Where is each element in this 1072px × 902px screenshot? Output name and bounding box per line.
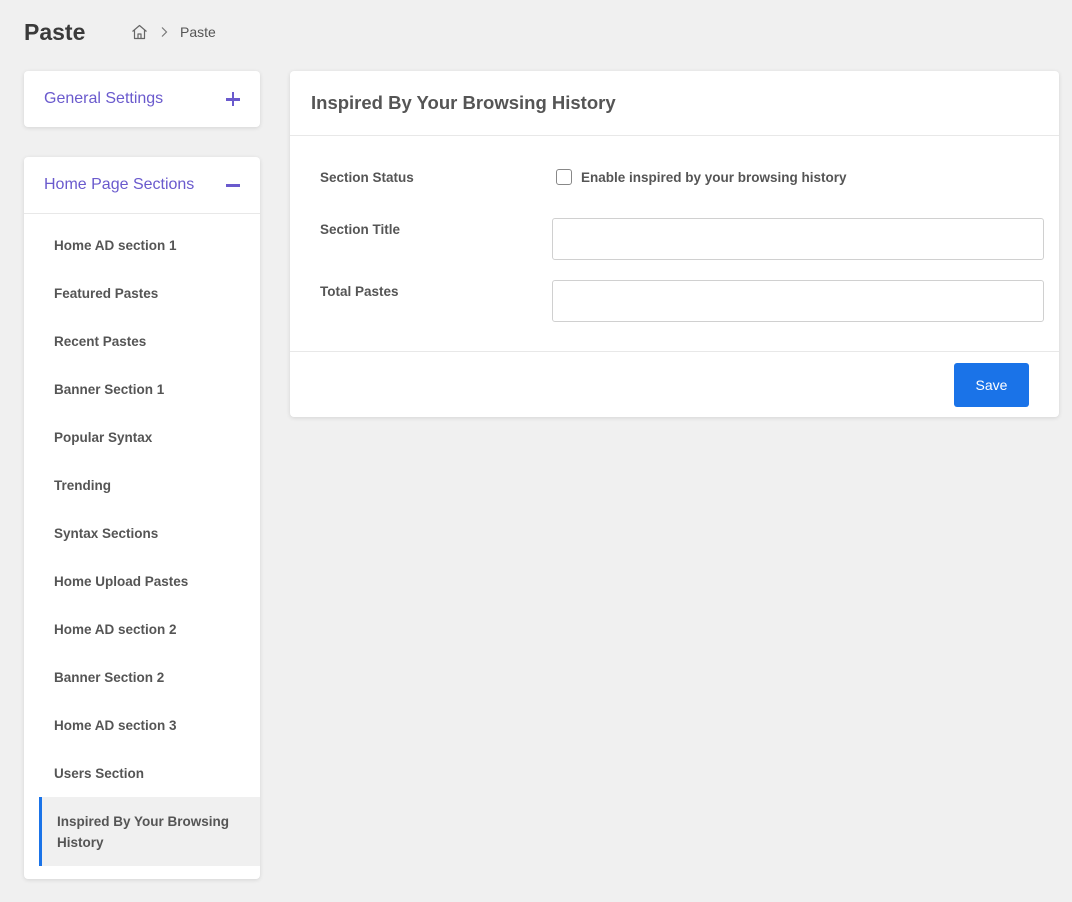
sidebar-item-banner-section-1[interactable]: Banner Section 1 [24, 365, 260, 413]
sidebar-item-syntax-sections[interactable]: Syntax Sections [24, 509, 260, 557]
sidebar-item-banner-section-2[interactable]: Banner Section 2 [24, 653, 260, 701]
sidebar-item-popular-syntax[interactable]: Popular Syntax [24, 413, 260, 461]
panel-header: Inspired By Your Browsing History [290, 71, 1059, 136]
section-status-label: Section Status [320, 170, 414, 185]
total-pastes-label: Total Pastes [320, 284, 399, 299]
chevron-right-icon [160, 26, 168, 38]
home-page-sections-toggle[interactable]: Home Page Sections [24, 157, 260, 214]
general-settings-toggle[interactable]: General Settings [24, 71, 260, 127]
sidebar-item-home-ad-section-2[interactable]: Home AD section 2 [24, 605, 260, 653]
home-icon[interactable] [131, 24, 148, 40]
enable-checkbox-row[interactable]: Enable inspired by your browsing history [556, 169, 847, 185]
page-title: Paste [24, 18, 86, 45]
sidebar-item-inspired-by-browsing-history[interactable]: Inspired By Your Browsing History [39, 797, 260, 866]
settings-panel: Inspired By Your Browsing History Sectio… [290, 71, 1059, 417]
minus-icon[interactable] [226, 178, 240, 192]
general-settings-card: General Settings [24, 71, 260, 127]
sidebar-item-home-ad-section-1[interactable]: Home AD section 1 [24, 221, 260, 269]
panel-title: Inspired By Your Browsing History [311, 92, 616, 113]
breadcrumb: Paste [131, 22, 216, 42]
sidebar-item-users-section[interactable]: Users Section [24, 749, 260, 797]
save-button[interactable]: Save [954, 363, 1029, 407]
sidebar-item-recent-pastes[interactable]: Recent Pastes [24, 317, 260, 365]
sidebar-item-featured-pastes[interactable]: Featured Pastes [24, 269, 260, 317]
sidebar-item-home-upload-pastes[interactable]: Home Upload Pastes [24, 557, 260, 605]
home-page-sections-title: Home Page Sections [44, 176, 195, 193]
enable-checkbox[interactable] [556, 169, 572, 185]
breadcrumb-current: Paste [180, 24, 216, 40]
section-list: Home AD section 1 Featured Pastes Recent… [24, 214, 260, 866]
section-title-label: Section Title [320, 222, 401, 237]
settings-form: Section Status Enable inspired by your b… [290, 136, 1059, 352]
plus-icon[interactable] [226, 92, 240, 106]
enable-checkbox-label: Enable inspired by your browsing history [581, 169, 847, 185]
general-settings-title: General Settings [44, 90, 164, 107]
sidebar-item-trending[interactable]: Trending [24, 461, 260, 509]
page-header: Paste [24, 18, 85, 46]
sidebar-item-home-ad-section-3[interactable]: Home AD section 3 [24, 701, 260, 749]
section-title-input[interactable] [552, 218, 1044, 260]
home-page-sections-card: Home Page Sections Home AD section 1 Fea… [24, 157, 260, 879]
total-pastes-input[interactable] [552, 280, 1044, 322]
